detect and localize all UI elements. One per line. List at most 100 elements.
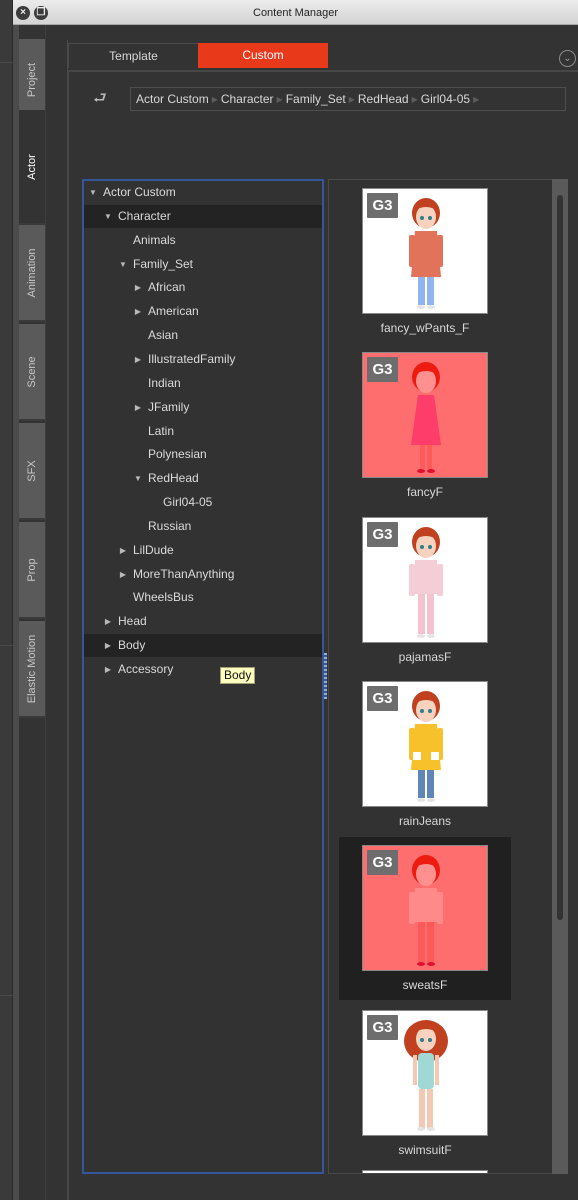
item-thumbnail-partial[interactable] [362, 1170, 488, 1173]
tree-item[interactable]: Indian [84, 372, 322, 395]
collapse-arrow-icon[interactable]: ▶ [133, 300, 143, 323]
folder-tree: ▼ Actor Custom ▼ Character Animals ▼ Family_Se… [82, 179, 324, 1174]
tree-item[interactable]: Girl04-05 [84, 491, 322, 514]
tree-item-label: JFamily [148, 399, 190, 414]
tree-item[interactable]: ▶ JFamily [84, 396, 322, 419]
side-tab-scene[interactable]: Scene [19, 324, 45, 421]
expand-arrow-icon[interactable]: ▼ [118, 253, 128, 276]
panel-splitter-handle[interactable] [324, 653, 327, 699]
collapse-arrow-icon[interactable]: ▶ [133, 348, 143, 371]
tree-item-label: RedHead [148, 471, 199, 486]
item-thumbnail[interactable]: G3 [362, 680, 488, 807]
tree-item[interactable]: ▶ African [84, 276, 322, 299]
side-tab-elastic-motion[interactable]: Elastic Motion [19, 621, 45, 718]
expand-arrow-icon[interactable]: ▼ [88, 181, 98, 204]
item-name: fancy_wPants_F [380, 321, 470, 335]
breadcrumb-separator-icon[interactable]: ▶ [412, 95, 418, 104]
side-tab-actor[interactable]: Actor [19, 110, 45, 225]
collapse-arrow-icon[interactable]: ▶ [118, 539, 128, 562]
side-tab-label: Elastic Motion [26, 634, 38, 703]
item-name: sweatsF [402, 978, 448, 993]
breadcrumb-item[interactable]: Actor Custom [136, 92, 209, 106]
side-tab-animation[interactable]: Animation [19, 225, 45, 322]
tree-item-label: Latin [148, 423, 175, 438]
content-item[interactable]: G3 sweatsF [339, 837, 511, 1001]
item-name: swimsuitF [398, 1142, 452, 1157]
item-thumbnail[interactable]: G3 [362, 516, 488, 643]
content-item[interactable]: G3 fancyF [339, 344, 511, 507]
scrollbar-thumb[interactable] [557, 195, 563, 920]
divider [45, 25, 46, 1200]
side-tab-label: Actor [26, 153, 38, 180]
chevron-down-circle-icon[interactable]: ⌄ [559, 50, 576, 67]
item-thumbnail[interactable]: G3 [362, 1009, 488, 1136]
content-item[interactable]: G3 fancy_wPants_F [339, 180, 511, 343]
tree-item[interactable]: ▼ Family_Set [84, 253, 322, 276]
breadcrumb-item[interactable]: Family_Set [286, 92, 346, 106]
side-tab-sfx[interactable]: SFX [19, 423, 45, 520]
breadcrumb-separator-icon[interactable]: ▶ [277, 95, 283, 104]
collapse-arrow-icon[interactable]: ▶ [103, 658, 113, 681]
tree-item[interactable]: Russian [84, 515, 322, 538]
tree-item-label: Family_Set [133, 256, 194, 271]
breadcrumb-item[interactable]: Girl04-05 [421, 92, 470, 106]
side-tab-label: Project [26, 62, 38, 98]
return-arrow-icon[interactable]: ⮐ [90, 88, 110, 107]
item-thumbnail[interactable]: G3 [362, 845, 488, 972]
g3-badge: G3 [367, 1014, 398, 1040]
side-tab-label: Scene [26, 355, 38, 388]
tree-item[interactable]: ▼ Character [84, 204, 322, 228]
collapse-arrow-icon[interactable]: ▶ [133, 276, 143, 299]
breadcrumb-item[interactable]: Character [221, 92, 274, 106]
item-thumbnail[interactable]: G3 [362, 188, 488, 314]
item-name: rainJeans [398, 813, 452, 828]
collapse-arrow-icon[interactable]: ▶ [133, 396, 143, 419]
g3-badge: G3 [367, 521, 398, 547]
tree-item-label: Accessory [118, 662, 174, 676]
tree-item-label: Polynesian [148, 447, 207, 462]
tree-item-label: Animals [133, 232, 176, 247]
tree-item[interactable]: ▶ Body [84, 634, 322, 658]
tree-item[interactable]: ▼ Actor Custom [84, 181, 322, 204]
expand-arrow-icon[interactable]: ▼ [133, 467, 143, 490]
side-tab-label: SFX [26, 459, 38, 482]
tree-item[interactable]: WheelsBus [84, 586, 322, 609]
breadcrumb-separator-icon[interactable]: ▶ [212, 95, 218, 104]
tree-item[interactable]: Polynesian [84, 443, 322, 466]
content-item[interactable]: G3 pajamasF [339, 509, 511, 672]
g3-badge: G3 [367, 685, 398, 711]
tree-item[interactable]: ▶ American [84, 300, 322, 323]
breadcrumb: Actor Custom ▶ Character ▶ Family_Set ▶ RedHea… [130, 87, 566, 111]
tree-item[interactable]: Asian [84, 324, 322, 347]
breadcrumb-separator-icon[interactable]: ▶ [473, 95, 479, 104]
collapse-arrow-icon[interactable]: ▶ [118, 563, 128, 586]
side-tab-prop[interactable]: Prop [19, 522, 45, 619]
tree-item-label: Girl04-05 [163, 495, 213, 510]
window-titlebar: × ❐ Content Manager [13, 0, 578, 25]
g3-badge: G3 [367, 850, 398, 876]
breadcrumb-item[interactable]: RedHead [358, 92, 409, 106]
content-item[interactable]: G3 swimsuitF [339, 1002, 511, 1165]
content-grid: G3 fancy_wPants_F G3 fancyF G3 pajamasF G3 rain… [328, 179, 568, 1174]
window-title: Content Manager [253, 7, 338, 19]
content-item[interactable]: G3 rainJeans [339, 673, 511, 836]
tree-item-label: Body [118, 638, 146, 653]
tree-item[interactable]: ▶ MoreThanAnything [84, 563, 322, 586]
tab-template[interactable]: Template [68, 43, 198, 68]
expand-arrow-icon[interactable]: ▼ [103, 205, 113, 228]
item-thumbnail[interactable]: G3 [362, 352, 488, 479]
breadcrumb-separator-icon[interactable]: ▶ [349, 95, 355, 104]
tree-item[interactable]: ▶ IllustratedFamily [84, 348, 322, 371]
tree-item[interactable]: ▶ Accessory [84, 658, 322, 681]
item-name: fancyF [406, 485, 443, 500]
tree-item[interactable]: Latin [84, 420, 322, 443]
tree-item-label: African [148, 280, 186, 295]
tree-item[interactable]: ▶ Head [84, 610, 322, 633]
collapse-arrow-icon[interactable]: ▶ [103, 634, 113, 657]
tab-custom[interactable]: Custom [198, 43, 328, 68]
collapse-arrow-icon[interactable]: ▶ [103, 610, 113, 633]
side-tab-bar: Project Actor Animation Scene SFX Prop Elastic… [19, 25, 45, 1200]
tree-item[interactable]: ▼ RedHead [84, 467, 322, 490]
tree-item[interactable]: Animals [84, 229, 322, 252]
tree-item[interactable]: ▶ LilDude [84, 539, 322, 562]
